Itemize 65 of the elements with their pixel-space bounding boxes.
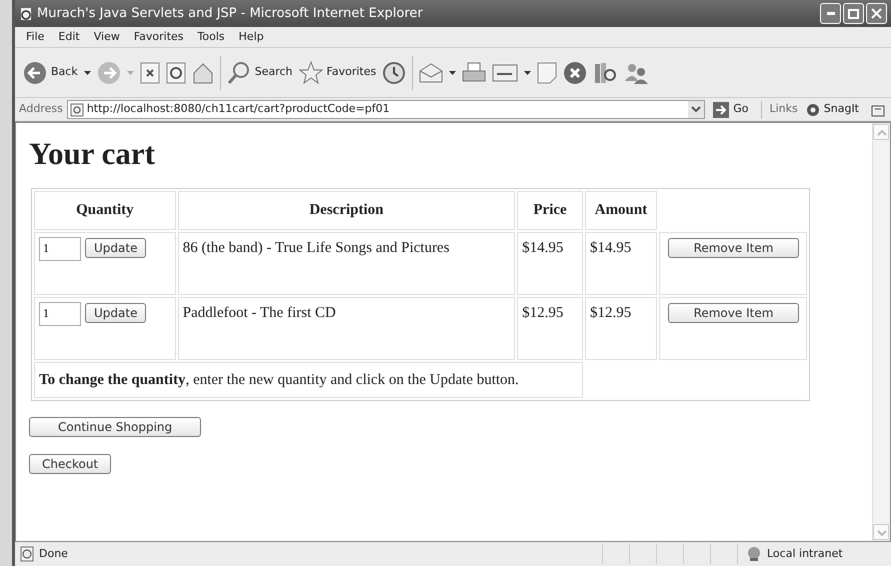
caret-icon[interactable] [84, 70, 91, 74]
status-text: Done [39, 546, 69, 562]
column-header: Amount [585, 191, 657, 230]
swirl-icon [806, 102, 820, 116]
books-icon[interactable] [593, 60, 618, 84]
amount-cell: $14.95 [585, 232, 657, 295]
quantity-field[interactable]: 1 [39, 236, 81, 261]
browser-icon [19, 6, 33, 20]
maximize-button[interactable] [843, 3, 864, 24]
caret-icon[interactable] [449, 70, 456, 74]
menu-item[interactable]: Tools [190, 28, 232, 46]
update-button[interactable]: Update [85, 238, 146, 258]
description-cell: 86 (the band) - True Life Songs and Pictures [178, 232, 516, 295]
back-button[interactable]: Back [23, 60, 78, 84]
amount-cell: $12.95 [585, 296, 657, 360]
history-icon[interactable] [382, 60, 406, 84]
refresh-icon[interactable] [166, 62, 186, 84]
toolbar-options-icon[interactable] [871, 102, 887, 116]
security-zone: Local intranet [767, 546, 844, 562]
star-icon [298, 60, 323, 84]
description-cell: Paddlefoot - The first CD [178, 296, 516, 360]
quantity-field[interactable]: 1 [39, 302, 81, 326]
favorites-button[interactable]: Favorites [298, 60, 376, 84]
home-icon[interactable] [192, 62, 214, 84]
edit-icon[interactable] [492, 62, 518, 82]
checkout-button[interactable]: Checkout [29, 454, 112, 474]
search-button[interactable]: Search [226, 60, 293, 84]
continue-shopping-button[interactable]: Continue Shopping [29, 417, 202, 438]
instruction-text: To change the quantity, enter the new quantity and click on the Update button. [34, 362, 584, 398]
search-icon [226, 60, 251, 84]
menu-item[interactable]: Help [232, 28, 271, 46]
caret-icon[interactable] [524, 70, 532, 74]
envelope-icon[interactable] [419, 62, 444, 82]
arrow-icon [713, 102, 730, 118]
stop-icon[interactable] [140, 62, 160, 84]
address-label: Address [19, 101, 63, 118]
page-icon[interactable] [537, 62, 558, 84]
snagit-button[interactable]: SnagIt [806, 101, 859, 118]
page-icon [70, 102, 84, 116]
minimize-icon [826, 12, 834, 15]
remove-item-button[interactable]: Remove Item [668, 302, 799, 323]
page-icon [19, 546, 35, 562]
address-field[interactable]: http://localhost:8080/ch11cart/cart?productCode=pf01 [66, 100, 706, 119]
printer-icon[interactable] [462, 62, 486, 84]
price-cell: $14.95 [517, 232, 584, 295]
close-icon [871, 8, 882, 19]
page-heading: Your cart [29, 135, 156, 172]
menu-item[interactable]: View [86, 28, 127, 46]
maximize-icon [848, 8, 859, 18]
price-cell: $12.95 [517, 296, 584, 360]
menu-item[interactable]: Favorites [126, 28, 191, 46]
update-button[interactable]: Update [85, 303, 146, 324]
column-header: Price [517, 191, 584, 230]
menu-item[interactable]: File [19, 28, 52, 46]
close-button[interactable] [866, 3, 887, 24]
close-circle-icon[interactable] [563, 60, 588, 84]
column-header: Description [178, 191, 516, 230]
go-button[interactable]: Go [713, 101, 748, 118]
window-title: Murach's Java Servlets and JSP - Microsoft Internet Explorer [37, 4, 424, 23]
minimize-button[interactable] [820, 3, 841, 24]
links-label[interactable]: Links [770, 101, 798, 118]
network-icon [745, 546, 763, 562]
menu-item[interactable]: Edit [51, 28, 87, 46]
remove-item-button[interactable]: Remove Item [668, 238, 799, 258]
column-header: Quantity [34, 191, 176, 230]
